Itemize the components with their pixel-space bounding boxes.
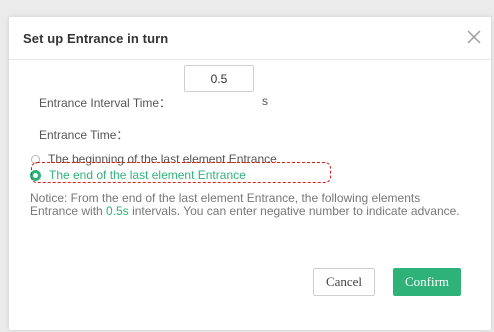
radio-label-end: The end of the last element Entrance	[49, 168, 246, 182]
radio-checked-icon[interactable]	[30, 169, 41, 181]
notice-interval-value: 0.5s	[106, 204, 129, 218]
close-icon[interactable]	[465, 28, 483, 46]
entrance-time-label: Entrance Time：	[39, 128, 129, 142]
radio-unchecked-icon[interactable]	[31, 154, 40, 164]
interval-label: Entrance Interval Time：	[39, 96, 172, 110]
notice-suffix: intervals. You can enter negative number…	[128, 204, 460, 218]
confirm-button[interactable]: Confirm	[393, 268, 461, 296]
radio-option-end[interactable]: The end of the last element Entrance	[30, 167, 246, 183]
interval-input[interactable]	[184, 65, 254, 92]
dialog-header: Set up Entrance in turn	[9, 17, 491, 60]
cancel-button[interactable]: Cancel	[313, 268, 375, 296]
radio-label-beginning: The beginning of the last element Entran…	[48, 152, 277, 166]
dialog-title: Set up Entrance in turn	[23, 31, 169, 46]
radio-option-beginning[interactable]: The beginning of the last element Entran…	[31, 151, 277, 167]
notice-text: Notice: From the end of the last element…	[30, 192, 470, 218]
interval-unit: s	[262, 94, 268, 108]
